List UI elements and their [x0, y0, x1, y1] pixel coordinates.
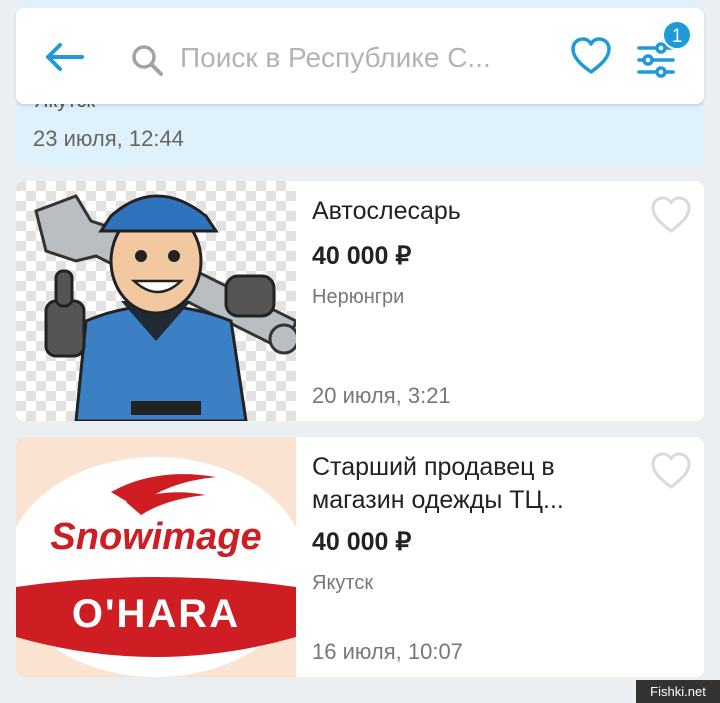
back-arrow-icon[interactable] — [44, 42, 84, 72]
listing-price: 40 000 ₽ — [312, 528, 412, 556]
favorite-heart-icon[interactable] — [650, 195, 692, 235]
watermark: Fishki.net — [636, 680, 720, 703]
search-icon — [132, 45, 163, 76]
mechanic-cartoon-image — [16, 181, 296, 421]
filter-count-badge: 1 — [662, 20, 692, 50]
ohara-logo-text: O'HARA — [72, 592, 240, 636]
listing-card[interactable]: Автослесарь 40 000 ₽ Нерюнгри 20 июля, 3… — [16, 181, 704, 421]
previous-listing-date: 23 июля, 12:44 — [33, 126, 184, 151]
listing-city: Нерюнгри — [312, 286, 405, 308]
listing-date: 16 июля, 10:07 — [312, 639, 463, 664]
listing-price: 40 000 ₽ — [312, 242, 412, 270]
search-input[interactable]: Поиск в Республике С... — [180, 38, 550, 78]
listing-title: Старший продавец в магазин одежды ТЦ... — [312, 453, 564, 514]
listing-title: Автослесарь — [312, 197, 461, 225]
listing-city: Якутск — [312, 572, 374, 594]
listing-date: 20 июля, 3:21 — [312, 383, 451, 408]
snowimage-ohara-logo-image: Snowimage O'HARA — [16, 437, 296, 677]
favorites-heart-icon[interactable] — [570, 36, 612, 76]
listing-card[interactable]: Snowimage O'HARA Старший продавец в мага… — [16, 437, 704, 677]
favorite-heart-icon[interactable] — [650, 451, 692, 491]
search-bar: Поиск в Республике С... 1 — [16, 8, 704, 104]
snowimage-logo-text: Snowimage — [50, 516, 261, 558]
